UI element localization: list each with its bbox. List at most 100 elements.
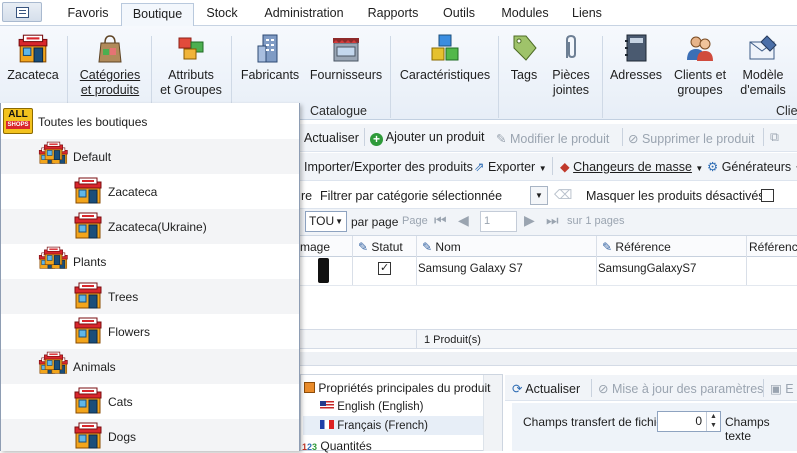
ribbon-button-tags[interactable]: Tags (504, 32, 544, 83)
pencil-icon: ✎ (358, 240, 369, 254)
ribbon-label: Modèle (742, 68, 784, 82)
shop-group-icon (38, 245, 68, 275)
page-input[interactable]: 1 (480, 211, 517, 232)
export-label: Exporter (487, 160, 536, 174)
column-header-image[interactable]: mage (300, 240, 330, 254)
toolbar-separator (591, 379, 592, 397)
shop-icon (18, 34, 48, 63)
language-french[interactable]: Français (French) (320, 420, 428, 432)
tab-modules[interactable]: Modules (496, 3, 554, 27)
ribbon-button-categories-products[interactable]: Catégories et produits (74, 32, 146, 98)
ribbon-button-email-templates[interactable]: Modèle d'emails (736, 32, 790, 98)
column-header-reference[interactable]: ✎ Référence (602, 240, 671, 254)
properties-main-item[interactable]: Propriétés principales du produit (304, 381, 490, 395)
ribbon-button-shop[interactable]: Zacateca (4, 32, 62, 83)
table-row[interactable] (300, 257, 797, 286)
tab-administration[interactable]: Administration (258, 3, 350, 27)
column-header-reference2[interactable]: Référence (749, 240, 797, 254)
shop-item-dogs[interactable] (1, 419, 299, 451)
ribbon-label: Fournisseurs (309, 68, 383, 82)
save-button[interactable]: ▣ E (770, 381, 794, 396)
ribbon-group-catalogue: Catalogue (310, 104, 367, 118)
tab-boutique[interactable]: Boutique (121, 3, 194, 27)
status-checkbox[interactable]: ✓ (378, 262, 391, 275)
toolbar-separator (364, 128, 365, 146)
page-label: Page (402, 215, 428, 227)
attributes-icon (178, 37, 204, 60)
language-english[interactable]: English (English) (320, 401, 424, 413)
ribbon-separator (602, 36, 603, 118)
shop-item-label: Zacateca(Ukraine) (108, 220, 207, 234)
us-flag-icon (320, 401, 334, 410)
product-name-cell[interactable]: Samsung Galaxy S7 (418, 263, 523, 275)
generators-button[interactable]: ⚙ Générateurs ▼ (707, 159, 797, 174)
import-export-button[interactable]: Importer/Exporter des produits (304, 160, 473, 174)
update-params-label: Mise à jour des paramètres (611, 382, 764, 396)
first-page-icon[interactable]: ⏮ (434, 212, 447, 229)
per-page-select[interactable]: TOU ▼ (305, 211, 347, 232)
last-page-icon[interactable]: ⏭ (546, 212, 559, 229)
update-params-button[interactable]: ⊘ Mise à jour des paramètres (598, 381, 763, 396)
shop-item-cats[interactable] (1, 384, 299, 419)
ribbon-button-features[interactable]: Caractéristiques (398, 32, 492, 83)
generators-label: Générateurs (721, 160, 792, 174)
ribbon-label: Caractéristiques (399, 68, 491, 82)
generator-icon: ⚙ (707, 160, 719, 174)
ribbon-button-customers[interactable]: Clients et groupes (668, 32, 732, 98)
ribbon-button-addresses[interactable]: Adresses (608, 32, 664, 83)
email-icon (749, 35, 777, 60)
product-reference-cell[interactable]: SamsungGalaxyS7 (598, 263, 696, 275)
ribbon-label: groupes (677, 83, 723, 97)
edit-product-button[interactable]: ✎ Modifier le produit (496, 131, 609, 146)
shop-item-label: Dogs (108, 430, 137, 444)
shop-item-trees[interactable] (1, 279, 299, 314)
details-refresh-button[interactable]: ⟳ Actualiser (512, 381, 580, 396)
hide-disabled-checkbox[interactable] (761, 189, 774, 202)
export-button[interactable]: ⇗ Exporter ▼ (474, 159, 547, 174)
column-header-name[interactable]: ✎ Nom (422, 240, 461, 254)
tab-outils[interactable]: Outils (436, 3, 482, 27)
all-badge-top: ALL (8, 109, 28, 120)
ribbon-button-suppliers[interactable]: Fournisseurs (308, 32, 384, 83)
shop-group-icon (38, 140, 68, 170)
ribbon-label: Attributs (168, 68, 214, 82)
ribbon-label: Tags (510, 68, 538, 82)
tab-rapports[interactable]: Rapports (363, 3, 423, 27)
stepper-icon[interactable]: ▲ ▼ (706, 412, 720, 431)
save-label: E (785, 382, 794, 396)
tab-liens[interactable]: Liens (567, 3, 607, 27)
duplicate-icon[interactable]: ⧉ (770, 130, 779, 145)
column-header-status[interactable]: ✎ Statut (358, 240, 403, 254)
clear-filter-icon[interactable]: ⌫ (554, 187, 572, 203)
tab-stock[interactable]: Stock (199, 3, 245, 27)
address-book-icon (625, 34, 647, 62)
grid-footer (300, 329, 797, 349)
ribbon-button-attachments[interactable]: Pièces jointes (546, 32, 596, 98)
chevron-down-icon: ▼ (335, 217, 343, 226)
ribbon-separator (390, 36, 391, 118)
horizontal-scrollbar[interactable] (300, 352, 797, 366)
column-header-status-label: Statut (371, 240, 403, 254)
app-menu-button[interactable] (2, 2, 42, 22)
tag-icon (513, 35, 537, 61)
mass-changers-button[interactable]: ◆ Changeurs de masse ▼ (560, 159, 703, 174)
ribbon-label: et Groupes (160, 83, 222, 97)
prev-page-icon[interactable]: ◀ (458, 212, 469, 229)
ribbon-button-attributes[interactable]: Attributs et Groupes (158, 32, 224, 98)
add-product-button[interactable]: + Ajouter un produit (370, 130, 484, 146)
filter-dropdown[interactable]: ▼ (530, 186, 548, 205)
ribbon-label: Fabricants (240, 68, 300, 82)
next-page-icon[interactable]: ▶ (524, 212, 535, 229)
toolbar-separator (763, 128, 764, 146)
refresh-button[interactable]: Actualiser (304, 131, 359, 145)
pencil-icon: ✎ (496, 132, 507, 146)
tab-favoris[interactable]: Favoris (58, 3, 118, 27)
ribbon-button-manufacturers[interactable]: Fabricants (238, 32, 302, 83)
check-icon: ✓ (380, 262, 390, 274)
ribbon-label: d'emails (740, 83, 786, 97)
properties-icon (304, 382, 315, 393)
blocks-icon (431, 34, 459, 61)
delete-product-button[interactable]: ⊘ Supprimer le produit (628, 131, 755, 146)
shop-icon (74, 177, 102, 204)
per-page-label: par page (351, 215, 399, 229)
